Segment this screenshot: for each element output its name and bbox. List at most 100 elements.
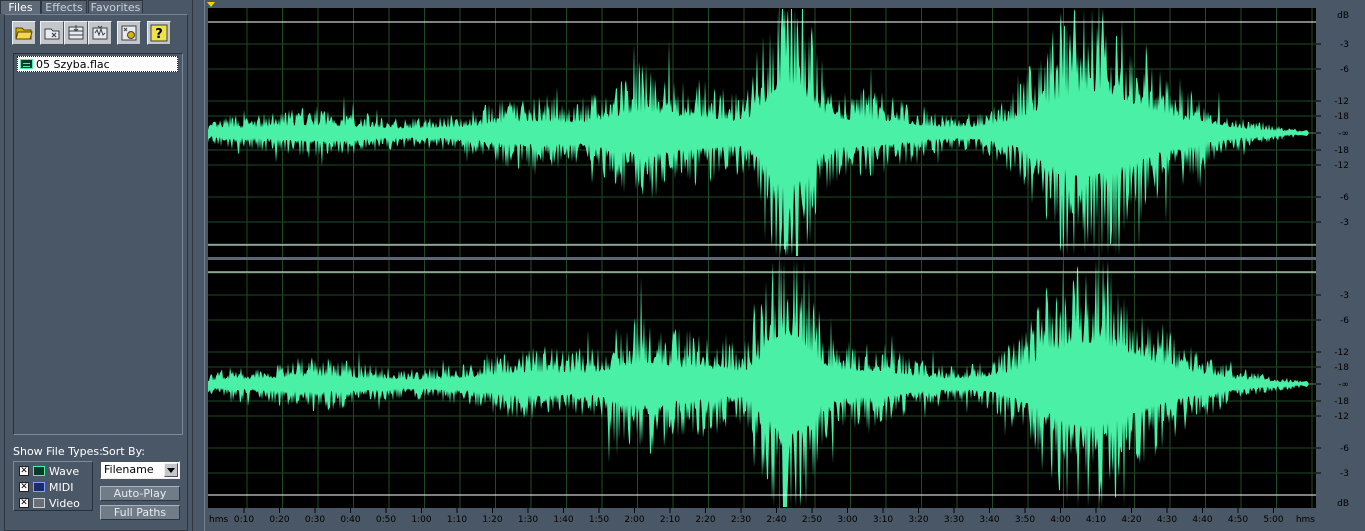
db-tick-label: -18 xyxy=(1334,363,1349,373)
waveform-view[interactable]: dB dB -3 -6 -12 -18 -∞ -18 -12 -6 -3 -3 -6 -12 -18 -∞ -1… xyxy=(205,0,1365,531)
file-name: 05 Szyba.flac xyxy=(36,57,110,71)
time-tick-label: 0:30 xyxy=(305,515,325,525)
time-tick-label: 1:30 xyxy=(518,515,538,525)
wave-label: Wave xyxy=(49,464,80,478)
time-tick-label: 3:20 xyxy=(908,515,928,525)
time-tick-label: 3:00 xyxy=(837,515,857,525)
db-tick-label: -12 xyxy=(1334,161,1349,171)
time-tick-label: 1:50 xyxy=(589,515,609,525)
time-tick-label: 1:00 xyxy=(411,515,431,525)
wave-checkbox[interactable]: ✕ xyxy=(19,466,29,476)
type-row-video[interactable]: ✕ Video xyxy=(19,496,80,510)
auto-play-button[interactable]: Auto-Play xyxy=(100,486,180,501)
time-tick-label: 2:40 xyxy=(766,515,786,525)
db-tick-label: -6 xyxy=(1340,316,1349,326)
sort-by: Sort By: Filename Auto-Play Full Paths xyxy=(100,441,184,526)
insert-multitrack-button[interactable] xyxy=(64,21,88,45)
db-tick-label: -12 xyxy=(1334,412,1349,422)
time-tick-label: 4:00 xyxy=(1050,515,1070,525)
midi-label: MIDI xyxy=(49,480,74,494)
time-tick-label: 2:10 xyxy=(660,515,680,525)
show-file-types: Show File Types: ✕ Wave ✕ MIDI ✕ Video xyxy=(10,441,103,521)
time-tick-label: 4:20 xyxy=(1121,515,1141,525)
close-file-button[interactable] xyxy=(40,21,64,45)
open-folder-icon xyxy=(15,27,33,40)
db-tick-label: -3 xyxy=(1340,40,1349,50)
tab-favorites[interactable]: Favorites xyxy=(88,0,143,14)
panel-tabs: Files Effects Favorites xyxy=(0,0,192,14)
video-checkbox[interactable]: ✕ xyxy=(19,498,29,508)
video-type-icon xyxy=(33,498,45,508)
full-paths-button[interactable]: Full Paths xyxy=(100,505,180,520)
time-tick-label: 3:50 xyxy=(1015,515,1035,525)
time-tick-label: 1:40 xyxy=(553,515,573,525)
file-types-group: ✕ Wave ✕ MIDI ✕ Video xyxy=(13,461,93,511)
waveform-file-icon xyxy=(20,59,33,69)
db-top-label: dB xyxy=(1337,11,1349,21)
time-end-label: hms xyxy=(1296,515,1315,525)
time-tick-label: 5:00 xyxy=(1263,515,1283,525)
video-label: Video xyxy=(49,496,80,510)
db-tick-label: -∞ xyxy=(1338,380,1349,390)
db-tick-label: -12 xyxy=(1334,348,1349,358)
help-button[interactable]: ? xyxy=(147,21,171,45)
time-tick-label: 2:20 xyxy=(695,515,715,525)
db-tick-label: -18 xyxy=(1334,397,1349,407)
time-tick-label: 0:40 xyxy=(340,515,360,525)
show-file-types-label: Show File Types: xyxy=(13,445,103,458)
waveform-canvas[interactable]: dB dB -3 -6 -12 -18 -∞ -18 -12 -6 -3 -3 -6 -12 -18 -∞ -1… xyxy=(205,0,1365,531)
time-tick-label: 3:10 xyxy=(873,515,893,525)
tab-files[interactable]: Files xyxy=(0,0,41,14)
file-list[interactable]: 05 Szyba.flac xyxy=(13,53,183,435)
time-unit-label: hms xyxy=(209,515,228,525)
wave-type-icon xyxy=(33,466,45,476)
sort-select[interactable]: Filename xyxy=(100,461,180,479)
time-tick-label: 2:30 xyxy=(731,515,751,525)
svg-text:?: ? xyxy=(155,27,163,42)
db-tick-label: -12 xyxy=(1334,97,1349,107)
edit-file-button[interactable] xyxy=(88,21,112,45)
time-tick-label: 1:20 xyxy=(482,515,502,525)
files-panel: Files Effects Favorites ? 05 Szyba.flac … xyxy=(0,0,192,531)
db-tick-label: -3 xyxy=(1340,291,1349,301)
db-tick-label: -6 xyxy=(1340,444,1349,454)
midi-checkbox[interactable]: ✕ xyxy=(19,482,29,492)
db-tick-label: -18 xyxy=(1334,146,1349,156)
time-tick-label: 4:10 xyxy=(1086,515,1106,525)
sort-by-label: Sort By: xyxy=(102,445,146,458)
close-file-icon xyxy=(44,28,60,40)
time-tick-label: 3:30 xyxy=(944,515,964,525)
db-tick-label: -∞ xyxy=(1338,129,1349,139)
db-tick-label: -3 xyxy=(1340,469,1349,479)
time-tick-label: 4:40 xyxy=(1192,515,1212,525)
db-ruler xyxy=(1316,8,1365,508)
db-tick-label: -6 xyxy=(1340,193,1349,203)
time-tick-label: 0:50 xyxy=(376,515,396,525)
time-tick-label: 4:30 xyxy=(1157,515,1177,525)
list-item[interactable]: 05 Szyba.flac xyxy=(17,56,178,72)
sort-value: Filename xyxy=(104,463,154,476)
time-tick-label: 0:20 xyxy=(269,515,289,525)
midi-type-icon xyxy=(33,482,45,492)
time-tick-label: 2:00 xyxy=(624,515,644,525)
time-tick-label: 1:10 xyxy=(447,515,467,525)
panel-splitter[interactable] xyxy=(192,0,205,531)
time-tick-label: 0:10 xyxy=(234,515,254,525)
db-tick-label: -3 xyxy=(1340,218,1349,228)
time-tick-label: 4:50 xyxy=(1228,515,1248,525)
type-row-wave[interactable]: ✕ Wave xyxy=(19,464,79,478)
channel-separator xyxy=(208,257,1316,260)
help-icon: ? xyxy=(150,24,168,42)
file-options-button[interactable] xyxy=(117,21,141,45)
db-bottom-label: dB xyxy=(1337,499,1349,509)
chevron-down-icon[interactable] xyxy=(164,463,178,477)
open-file-button[interactable] xyxy=(12,21,36,45)
time-tick-label: 3:40 xyxy=(979,515,999,525)
tab-effects[interactable]: Effects xyxy=(41,0,87,14)
db-tick-label: -18 xyxy=(1334,112,1349,122)
edit-file-icon xyxy=(92,25,108,40)
insert-into-multitrack-icon xyxy=(68,25,84,40)
type-row-midi[interactable]: ✕ MIDI xyxy=(19,480,73,494)
settings-icon xyxy=(121,25,137,41)
playhead-marker-icon[interactable] xyxy=(207,2,215,7)
